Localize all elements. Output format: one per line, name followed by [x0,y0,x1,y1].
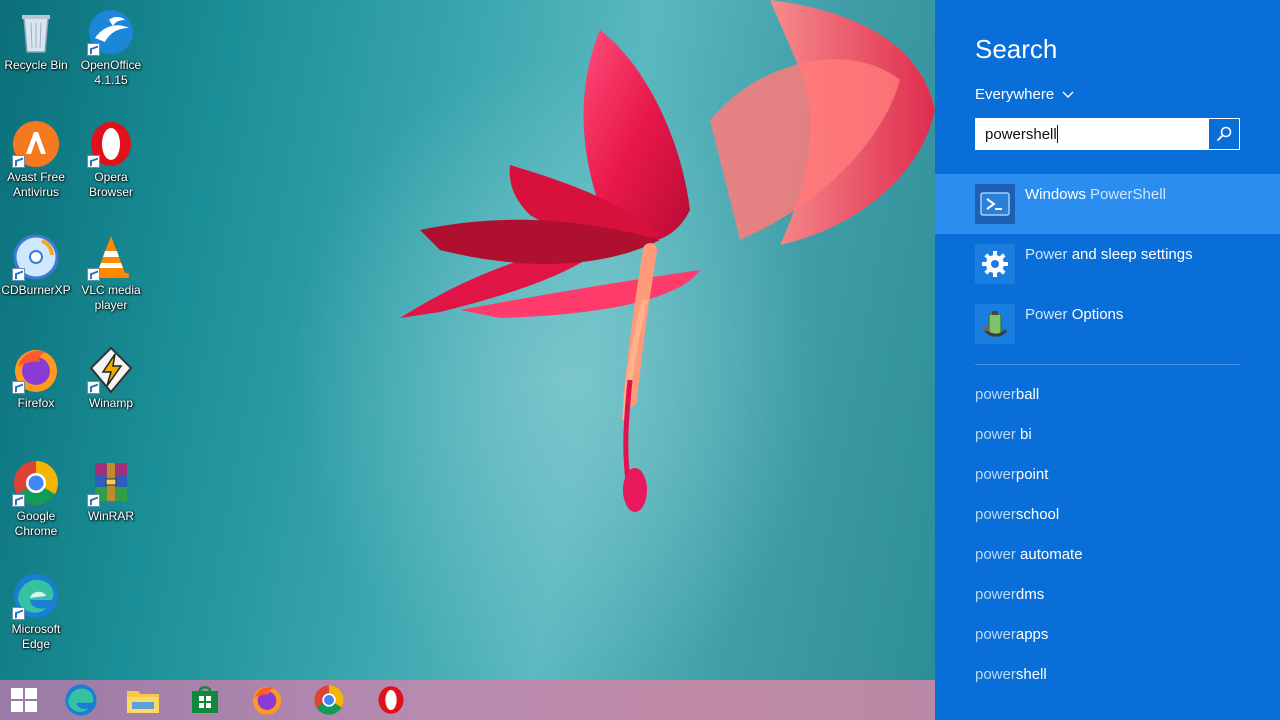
desktop[interactable]: Recycle Bin Avast Free Antivirus CDBurne… [0,0,935,680]
chrome-icon [314,685,344,715]
icon-label-line2: Antivirus [12,185,59,199]
text-cursor [1057,125,1058,143]
desktop-icon-recycle-bin[interactable]: Recycle Bin [0,8,72,73]
desktop-icon-cdburnerxp[interactable]: CDBurnerXP [0,233,72,298]
desktop-icon-winrar[interactable]: WinRAR [75,459,147,524]
icon-label-line2: Chrome [14,524,58,538]
icon-label-line2: Browser [88,185,133,199]
suggestion-item[interactable]: power bi [975,426,1032,443]
icon-label: VLC media [81,283,141,297]
vlc-icon [87,233,135,281]
taskbar-store-button[interactable] [181,680,229,720]
icon-label: Avast Free [7,170,65,184]
suggestion-item[interactable]: powerpoint [975,466,1048,483]
shortcut-arrow-icon [87,43,100,56]
opera-icon [87,120,135,168]
chrome-icon [12,459,60,507]
result-power-options[interactable]: Power Options [935,294,1280,354]
firefox-icon [12,346,60,394]
icon-label: OpenOffice [80,58,142,72]
icon-label: Firefox [17,396,55,410]
icon-label: CDBurnerXP [1,283,71,297]
chevron-down-icon [1062,91,1074,98]
desktop-icon-firefox[interactable]: Firefox [0,346,72,411]
file-explorer-icon [127,691,159,713]
icon-label: Opera [94,170,128,184]
store-icon [192,686,218,713]
start-button[interactable] [0,680,48,720]
shortcut-arrow-icon [87,381,100,394]
icon-label-line2: Edge [21,637,51,651]
result-label: Power Options [1025,306,1124,323]
openoffice-icon [87,8,135,56]
desktop-icon-chrome[interactable]: Google Chrome [0,459,72,539]
firefox-icon [253,686,281,715]
shortcut-arrow-icon [12,607,25,620]
search-title: Search [975,34,1058,64]
desktop-icon-opera[interactable]: Opera Browser [75,120,147,200]
winamp-icon [87,346,135,394]
suggestion-item[interactable]: powerball [975,386,1039,403]
suggestion-item[interactable]: power automate [975,546,1083,563]
suggestion-item[interactable]: powerdms [975,586,1044,603]
suggestion-item[interactable]: powerapps [975,626,1048,643]
result-label: Windows PowerShell [1025,186,1166,203]
icon-label: Recycle Bin [4,58,68,72]
shortcut-arrow-icon [12,381,25,394]
desktop-icon-winamp[interactable]: Winamp [75,346,147,411]
icon-label-line2: 4.1.15 [94,73,128,87]
recycle-bin-icon [12,8,60,56]
result-power-and-sleep-settings[interactable]: Power and sleep settings [935,234,1280,294]
edge-icon [12,572,60,620]
search-button[interactable] [1209,119,1239,149]
search-icon [1216,126,1232,142]
shortcut-arrow-icon [12,494,25,507]
desktop-icon-vlc[interactable]: VLC media player [75,233,147,313]
search-panel: Search Everywhere Windows PowerShell [935,0,1280,720]
result-windows-powershell[interactable]: Windows PowerShell [935,174,1280,234]
cdburnerxp-icon [12,233,60,281]
taskbar-file-explorer-button[interactable] [119,680,167,720]
taskbar-chrome-button[interactable] [305,680,353,720]
shortcut-arrow-icon [87,155,100,168]
shortcut-arrow-icon [87,268,100,281]
icon-label: Microsoft [11,622,61,636]
taskbar-opera-button[interactable] [367,680,415,720]
desktop-icon-openoffice[interactable]: OpenOffice 4.1.15 [75,8,147,88]
taskbar [0,680,935,720]
taskbar-firefox-button[interactable] [243,680,291,720]
icon-label: Winamp [88,396,133,410]
gear-icon [975,244,1015,284]
wallpaper-flower [400,0,935,512]
desktop-icon-avast[interactable]: Avast Free Antivirus [0,120,72,200]
powershell-icon [975,184,1015,224]
start-icon [11,688,37,712]
result-label: Power and sleep settings [1025,246,1193,263]
shortcut-arrow-icon [12,268,25,281]
suggestion-item[interactable]: powershell [975,666,1047,683]
shortcut-arrow-icon [12,155,25,168]
opera-icon [378,686,404,714]
power-options-icon [975,304,1015,344]
desktop-icon-edge[interactable]: Microsoft Edge [0,572,72,652]
taskbar-edge-button[interactable] [57,680,105,720]
suggestion-item[interactable]: powerschool [975,506,1059,523]
edge-icon [65,684,97,716]
search-scope-label: Everywhere [975,86,1055,103]
icon-label: WinRAR [87,509,134,523]
search-box [975,118,1240,150]
search-scope-dropdown[interactable]: Everywhere [975,86,1074,103]
icon-label-line2: player [94,298,128,312]
search-input[interactable] [976,119,1217,149]
icon-label: Google [16,509,56,523]
results-divider [975,364,1240,365]
winrar-icon [87,459,135,507]
avast-icon [12,120,60,168]
shortcut-arrow-icon [87,494,100,507]
